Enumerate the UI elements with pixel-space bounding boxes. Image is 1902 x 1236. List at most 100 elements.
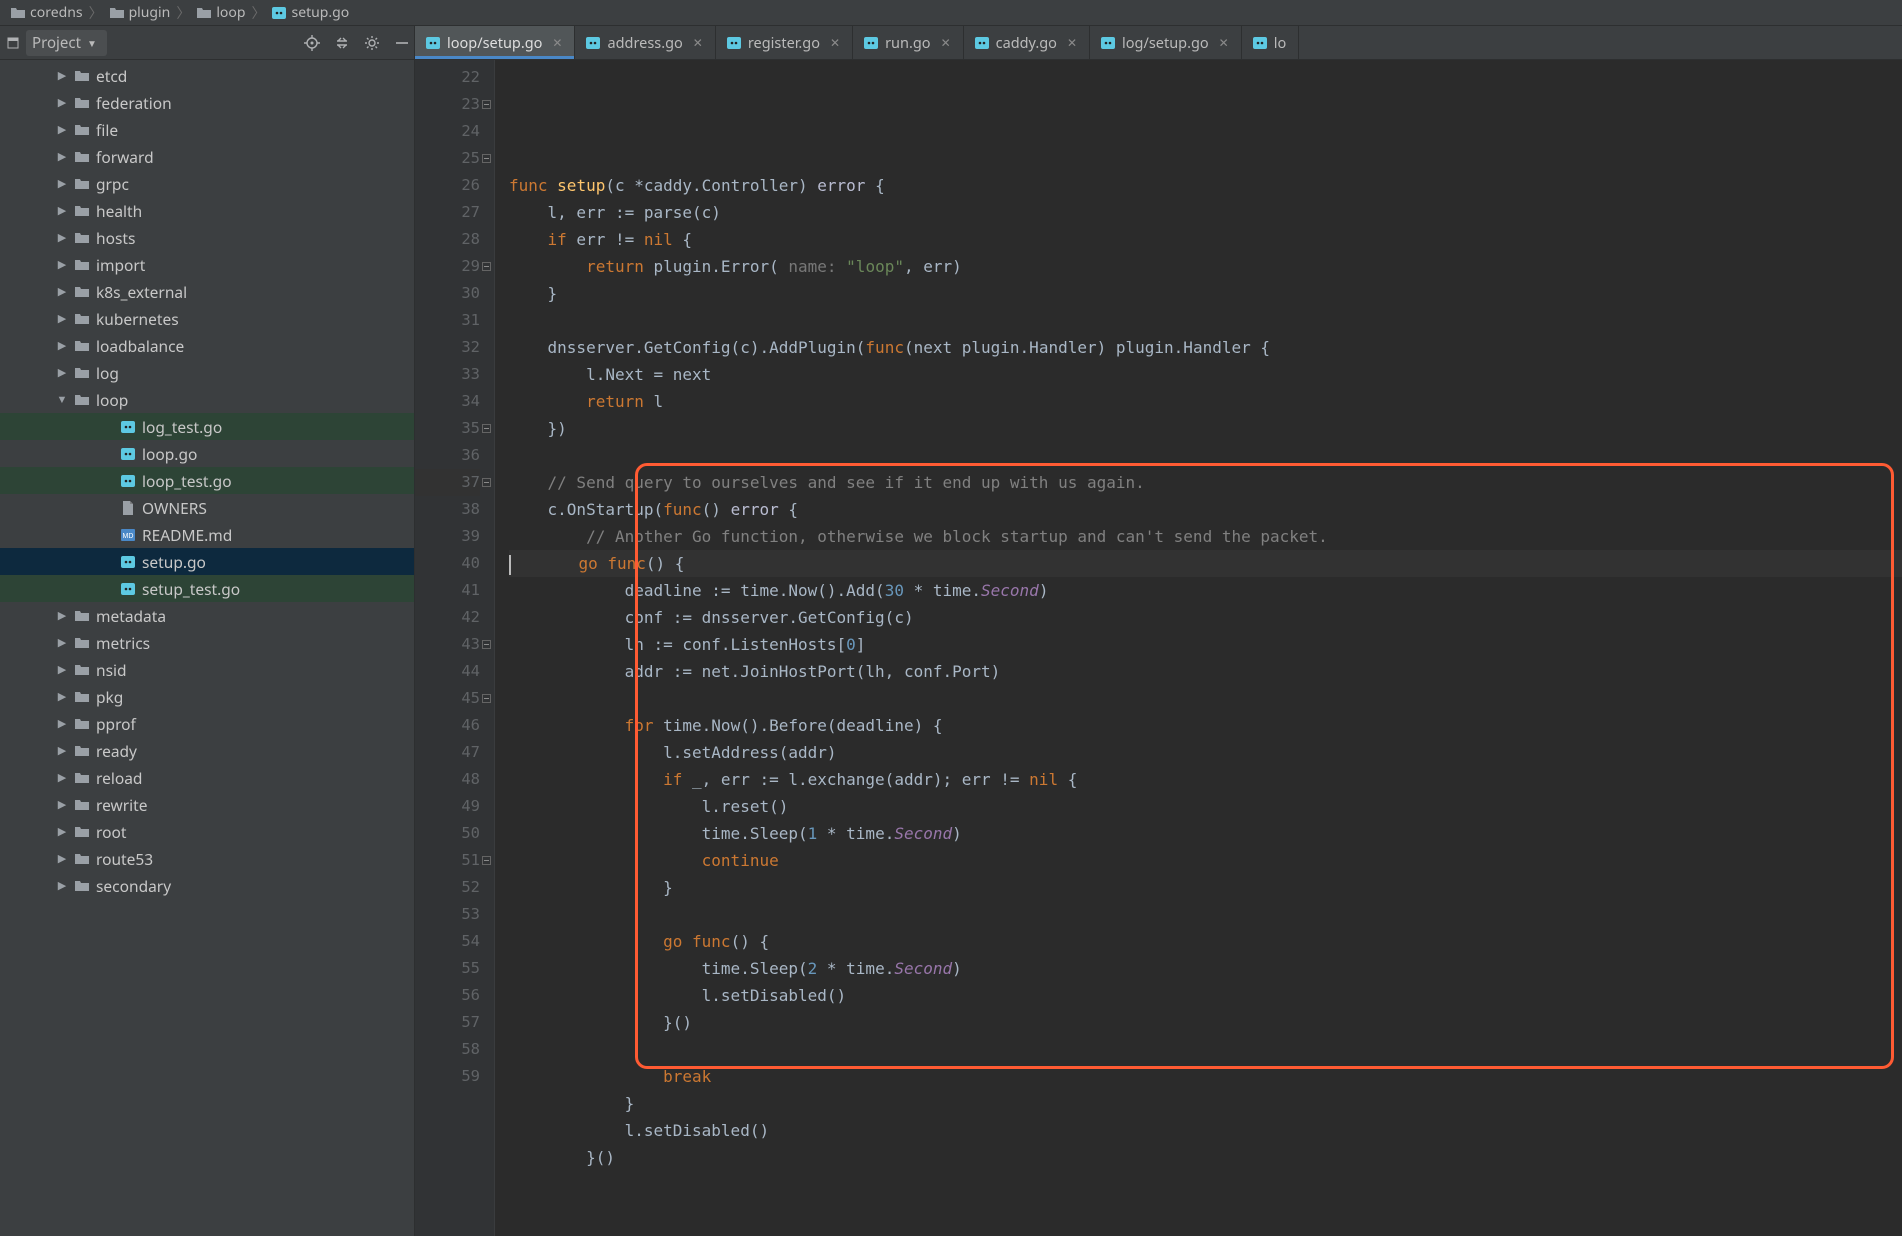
gutter-line[interactable]: 59 bbox=[415, 1063, 480, 1090]
fold-marker-icon[interactable] bbox=[482, 478, 491, 487]
code-line[interactable] bbox=[509, 1036, 1902, 1063]
tree-item[interactable]: ▶metrics bbox=[0, 629, 414, 656]
breadcrumb-item[interactable]: setup.go bbox=[267, 3, 353, 22]
tree-item[interactable]: ▶root bbox=[0, 818, 414, 845]
code-line[interactable]: } bbox=[509, 280, 1902, 307]
tree-item[interactable]: ▶pkg bbox=[0, 683, 414, 710]
code-line[interactable]: l.setDisabled() bbox=[509, 1117, 1902, 1144]
gutter-line[interactable]: 22 bbox=[415, 64, 480, 91]
tree-item[interactable]: ▶federation bbox=[0, 89, 414, 116]
editor[interactable]: 2223242526272829303132333435363738394041… bbox=[415, 60, 1902, 1236]
gutter-line[interactable]: 49 bbox=[415, 793, 480, 820]
code-line[interactable] bbox=[509, 442, 1902, 469]
chevron-right-icon[interactable]: ▶ bbox=[56, 824, 68, 839]
breadcrumb-item[interactable]: coredns bbox=[6, 3, 87, 22]
tree-item[interactable]: ▶grpc bbox=[0, 170, 414, 197]
project-selector[interactable]: Project ▼ bbox=[26, 30, 107, 56]
chevron-right-icon[interactable]: ▶ bbox=[56, 635, 68, 650]
code-line[interactable]: lh := conf.ListenHosts[0] bbox=[509, 631, 1902, 658]
tree-item[interactable]: ▶import bbox=[0, 251, 414, 278]
fold-marker-icon[interactable] bbox=[482, 262, 491, 271]
close-icon[interactable]: ✕ bbox=[1219, 34, 1229, 51]
gutter-line[interactable]: 42 bbox=[415, 604, 480, 631]
chevron-right-icon[interactable]: ▶ bbox=[56, 68, 68, 83]
tree-item[interactable]: setup_test.go bbox=[0, 575, 414, 602]
code-line[interactable]: addr := net.JoinHostPort(lh, conf.Port) bbox=[509, 658, 1902, 685]
tree-item[interactable]: ▶route53 bbox=[0, 845, 414, 872]
gutter-line[interactable]: 27 bbox=[415, 199, 480, 226]
gutter-line[interactable]: 32 bbox=[415, 334, 480, 361]
code-line[interactable]: }) bbox=[509, 415, 1902, 442]
code-line[interactable]: go func() { bbox=[509, 550, 1902, 577]
breadcrumb[interactable]: coredns 〉 plugin 〉 loop 〉 setup.go bbox=[0, 0, 1902, 26]
code-line[interactable]: if _, err := l.exchange(addr); err != ni… bbox=[509, 766, 1902, 793]
fold-marker-icon[interactable] bbox=[482, 154, 491, 163]
chevron-right-icon[interactable]: ▶ bbox=[56, 176, 68, 191]
tree-item[interactable]: ▶pprof bbox=[0, 710, 414, 737]
fold-marker-icon[interactable] bbox=[482, 424, 491, 433]
gutter-line[interactable]: 35 bbox=[415, 415, 480, 442]
code-line[interactable]: time.Sleep(1 * time.Second) bbox=[509, 820, 1902, 847]
chevron-right-icon[interactable]: ▶ bbox=[56, 608, 68, 623]
hide-icon[interactable] bbox=[390, 31, 414, 55]
code-line[interactable]: l.reset() bbox=[509, 793, 1902, 820]
gear-icon[interactable] bbox=[360, 31, 384, 55]
gutter-line[interactable]: 46 bbox=[415, 712, 480, 739]
gutter-line[interactable]: 25 bbox=[415, 145, 480, 172]
chevron-right-icon[interactable]: ▶ bbox=[56, 689, 68, 704]
editor-tabs[interactable]: loop/setup.go✕address.go✕register.go✕run… bbox=[415, 26, 1902, 60]
minimize-icon[interactable] bbox=[6, 36, 20, 50]
gutter-line[interactable]: 47 bbox=[415, 739, 480, 766]
gutter-line[interactable]: 53 bbox=[415, 901, 480, 928]
fold-marker-icon[interactable] bbox=[482, 856, 491, 865]
tree-item[interactable]: ▶health bbox=[0, 197, 414, 224]
code-line[interactable]: time.Sleep(2 * time.Second) bbox=[509, 955, 1902, 982]
gutter-line[interactable]: 34 bbox=[415, 388, 480, 415]
gutter-line[interactable]: 33 bbox=[415, 361, 480, 388]
gutter-line[interactable]: 26 bbox=[415, 172, 480, 199]
code-line[interactable]: l.Next = next bbox=[509, 361, 1902, 388]
close-icon[interactable]: ✕ bbox=[941, 34, 951, 51]
gutter-line[interactable]: 41 bbox=[415, 577, 480, 604]
code-line[interactable] bbox=[509, 145, 1902, 172]
chevron-right-icon[interactable]: ▶ bbox=[56, 230, 68, 245]
chevron-right-icon[interactable]: ▶ bbox=[56, 284, 68, 299]
chevron-right-icon[interactable]: ▶ bbox=[56, 203, 68, 218]
tree-item[interactable]: log_test.go bbox=[0, 413, 414, 440]
tree-item[interactable]: ▶file bbox=[0, 116, 414, 143]
tree-item[interactable]: ▶etcd bbox=[0, 62, 414, 89]
tree-item[interactable]: ▶hosts bbox=[0, 224, 414, 251]
gutter-line[interactable]: 52 bbox=[415, 874, 480, 901]
code-area[interactable]: func setup(c *caddy.Controller) error { … bbox=[495, 60, 1902, 1236]
project-tree[interactable]: ▶etcd▶federation▶file▶forward▶grpc▶healt… bbox=[0, 60, 414, 1236]
editor-tab[interactable]: address.go✕ bbox=[575, 26, 715, 59]
chevron-right-icon[interactable]: ▶ bbox=[56, 338, 68, 353]
gutter-line[interactable]: 31 bbox=[415, 307, 480, 334]
gutter-line[interactable]: 37 bbox=[415, 469, 480, 496]
code-line[interactable]: l.setAddress(addr) bbox=[509, 739, 1902, 766]
chevron-right-icon[interactable]: ▶ bbox=[56, 743, 68, 758]
chevron-right-icon[interactable]: ▶ bbox=[56, 311, 68, 326]
gutter-line[interactable]: 38 bbox=[415, 496, 480, 523]
code-line[interactable]: c.OnStartup(func() error { bbox=[509, 496, 1902, 523]
fold-marker-icon[interactable] bbox=[482, 100, 491, 109]
tree-item[interactable]: ▶kubernetes bbox=[0, 305, 414, 332]
code-line[interactable]: dnsserver.GetConfig(c).AddPlugin(func(ne… bbox=[509, 334, 1902, 361]
code-line[interactable]: for time.Now().Before(deadline) { bbox=[509, 712, 1902, 739]
chevron-right-icon[interactable]: ▶ bbox=[56, 851, 68, 866]
gutter-line[interactable]: 55 bbox=[415, 955, 480, 982]
close-icon[interactable]: ✕ bbox=[693, 34, 703, 51]
tree-item[interactable]: ▶reload bbox=[0, 764, 414, 791]
chevron-right-icon[interactable]: ▶ bbox=[56, 149, 68, 164]
tree-item[interactable]: loop.go bbox=[0, 440, 414, 467]
collapse-all-icon[interactable] bbox=[330, 31, 354, 55]
tree-item[interactable]: ▶forward bbox=[0, 143, 414, 170]
gutter-line[interactable]: 36 bbox=[415, 442, 480, 469]
tree-item[interactable]: loop_test.go bbox=[0, 467, 414, 494]
code-line[interactable]: func setup(c *caddy.Controller) error { bbox=[509, 172, 1902, 199]
gutter-line[interactable]: 45 bbox=[415, 685, 480, 712]
tree-item[interactable]: ▶loadbalance bbox=[0, 332, 414, 359]
chevron-right-icon[interactable]: ▶ bbox=[56, 95, 68, 110]
code-line[interactable]: conf := dnsserver.GetConfig(c) bbox=[509, 604, 1902, 631]
code-line[interactable]: // Send query to ourselves and see if it… bbox=[509, 469, 1902, 496]
